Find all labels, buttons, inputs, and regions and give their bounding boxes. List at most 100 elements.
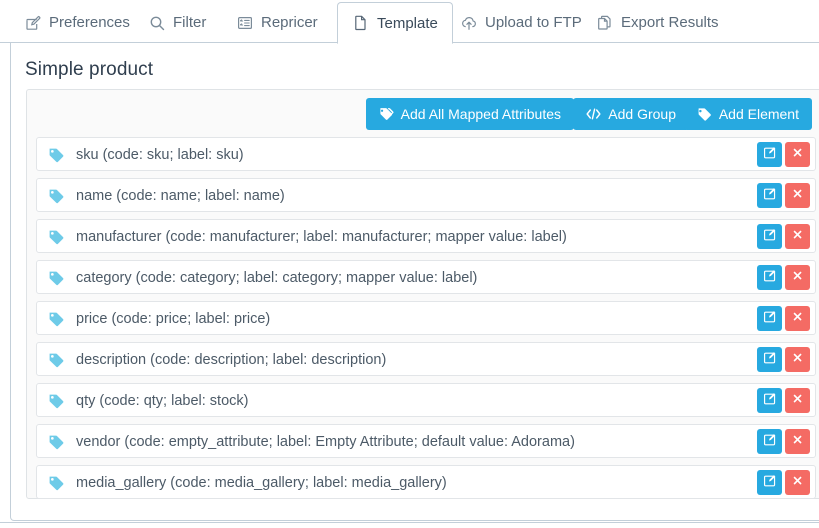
row-actions	[757, 183, 810, 208]
edit-square-icon	[763, 310, 777, 327]
element-row[interactable]: category (code: category; label: categor…	[36, 260, 816, 294]
row-actions	[757, 306, 810, 331]
elements-panel: Add All Mapped Attributes Add Group Add …	[26, 89, 819, 499]
edit-square-icon	[763, 228, 777, 245]
close-x-icon	[792, 475, 804, 490]
add-group-label: Add Group	[608, 106, 676, 122]
tab-label: Upload to FTP	[485, 14, 582, 31]
delete-element-button[interactable]	[785, 429, 810, 454]
edit-element-button[interactable]	[757, 306, 782, 331]
edit-element-button[interactable]	[757, 388, 782, 413]
delete-element-button[interactable]	[785, 470, 810, 495]
element-list: sku (code: sku; label: sku) name (code: n…	[36, 137, 816, 506]
tab-label: Filter	[173, 14, 207, 31]
element-row[interactable]: vendor (code: empty_attribute; label: Em…	[36, 424, 816, 458]
element-row[interactable]: sku (code: sku; label: sku)	[36, 137, 816, 171]
edit-element-button[interactable]	[757, 470, 782, 495]
edit-element-button[interactable]	[757, 224, 782, 249]
tag-icon	[48, 188, 65, 205]
tag-icon	[48, 270, 65, 287]
tab-template[interactable]: Template	[337, 2, 453, 44]
tags-icon	[379, 107, 394, 122]
delete-element-button[interactable]	[785, 306, 810, 331]
panel-toolbar: Add All Mapped Attributes Add Group Add …	[27, 90, 819, 138]
page-title: Simple product	[25, 59, 154, 80]
close-x-icon	[792, 311, 804, 326]
tag-icon	[48, 393, 65, 410]
edit-square-icon	[24, 14, 41, 31]
cloud-upload-icon	[460, 14, 477, 31]
element-row-label: category (code: category; label: categor…	[76, 270, 478, 286]
tab-export-results[interactable]: Export Results	[582, 2, 733, 43]
row-actions	[757, 265, 810, 290]
tab-label: Export Results	[621, 14, 719, 31]
tag-icon	[48, 147, 65, 164]
element-row[interactable]: media_gallery (code: media_gallery; labe…	[36, 465, 816, 499]
element-row[interactable]: qty (code: qty; label: stock)	[36, 383, 816, 417]
element-row-label: manufacturer (code: manufacturer; label:…	[76, 229, 567, 245]
list-grid-icon	[236, 14, 253, 31]
delete-element-button[interactable]	[785, 142, 810, 167]
tab-bar: Preferences Filter Repricer Template Upload …	[0, 0, 819, 44]
row-actions	[757, 429, 810, 454]
close-x-icon	[792, 229, 804, 244]
tab-label: Preferences	[49, 14, 130, 31]
element-row[interactable]: manufacturer (code: manufacturer; label:…	[36, 219, 816, 253]
tab-preferences[interactable]: Preferences	[10, 2, 144, 43]
element-row-label: sku (code: sku; label: sku)	[76, 147, 244, 163]
row-actions	[757, 224, 810, 249]
tab-label: Repricer	[261, 14, 318, 31]
delete-element-button[interactable]	[785, 224, 810, 249]
add-group-button[interactable]: Add Group	[573, 98, 689, 130]
element-row[interactable]: description (code: description; label: d…	[36, 342, 816, 376]
add-element-label: Add Element	[718, 106, 799, 122]
tab-repricer[interactable]: Repricer	[222, 2, 332, 43]
edit-square-icon	[763, 392, 777, 409]
tab-label: Template	[377, 14, 438, 32]
bottom-divider	[0, 522, 819, 523]
template-card: Simple product Add All Mapped Attributes	[10, 43, 819, 521]
edit-square-icon	[763, 351, 777, 368]
tag-icon	[697, 107, 712, 122]
edit-element-button[interactable]	[757, 142, 782, 167]
row-actions	[757, 347, 810, 372]
code-icon	[586, 107, 601, 122]
element-row-label: name (code: name; label: name)	[76, 188, 285, 204]
tab-upload-to-ftp[interactable]: Upload to FTP	[446, 2, 596, 43]
add-all-mapped-attributes-label: Add All Mapped Attributes	[400, 106, 561, 122]
close-x-icon	[792, 434, 804, 449]
edit-square-icon	[763, 474, 777, 491]
file-icon	[352, 15, 369, 32]
tag-icon	[48, 311, 65, 328]
element-row-label: media_gallery (code: media_gallery; labe…	[76, 475, 447, 491]
edit-element-button[interactable]	[757, 347, 782, 372]
tab-filter[interactable]: Filter	[134, 2, 220, 43]
element-row-label: vendor (code: empty_attribute; label: Em…	[76, 434, 575, 450]
element-row-label: description (code: description; label: d…	[76, 352, 387, 368]
element-row-label: price (code: price; label: price)	[76, 311, 271, 327]
delete-element-button[interactable]	[785, 388, 810, 413]
add-all-mapped-attributes-button[interactable]: Add All Mapped Attributes	[365, 98, 574, 130]
delete-element-button[interactable]	[785, 265, 810, 290]
edit-element-button[interactable]	[757, 183, 782, 208]
close-x-icon	[792, 188, 804, 203]
close-x-icon	[792, 393, 804, 408]
edit-square-icon	[763, 433, 777, 450]
search-icon	[148, 14, 165, 31]
tag-icon	[48, 229, 65, 246]
element-row[interactable]: name (code: name; label: name)	[36, 178, 816, 212]
tag-icon	[48, 475, 65, 492]
edit-element-button[interactable]	[757, 265, 782, 290]
element-row[interactable]: price (code: price; label: price)	[36, 301, 816, 335]
delete-element-button[interactable]	[785, 183, 810, 208]
edit-square-icon	[763, 187, 777, 204]
element-row-label: qty (code: qty; label: stock)	[76, 393, 249, 409]
edit-element-button[interactable]	[757, 429, 782, 454]
close-x-icon	[792, 147, 804, 162]
delete-element-button[interactable]	[785, 347, 810, 372]
tag-icon	[48, 352, 65, 369]
row-actions	[757, 388, 810, 413]
row-actions	[757, 470, 810, 495]
add-element-button[interactable]: Add Element	[683, 98, 812, 130]
tag-icon	[48, 434, 65, 451]
